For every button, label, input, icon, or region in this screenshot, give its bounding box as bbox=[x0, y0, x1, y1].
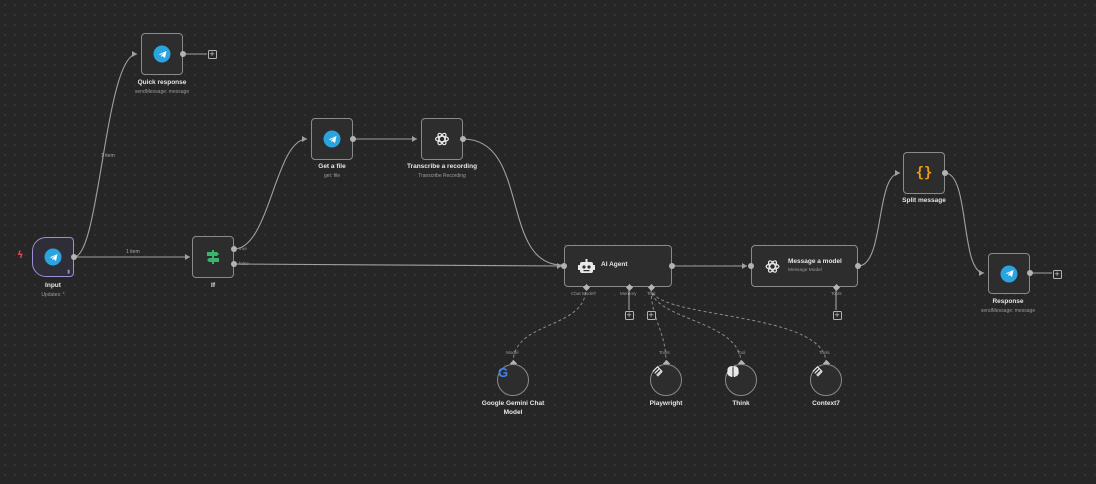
port-output[interactable] bbox=[460, 136, 466, 142]
mcp-icon bbox=[651, 365, 681, 383]
port-output-false[interactable] bbox=[231, 261, 237, 267]
telegram-icon bbox=[323, 130, 341, 148]
node-ai-agent-title: AI Agent bbox=[601, 261, 628, 268]
node-quick-response-title: Quick response bbox=[137, 79, 187, 86]
port-output[interactable] bbox=[1027, 270, 1033, 276]
port-label-tools: Tools bbox=[659, 350, 670, 355]
port-input[interactable] bbox=[748, 263, 754, 269]
port-label-tools: Tools bbox=[831, 291, 842, 296]
node-get-file-subtitle: get: file bbox=[323, 173, 341, 179]
port-output[interactable] bbox=[71, 254, 77, 260]
node-response[interactable] bbox=[988, 253, 1030, 294]
node-transcribe[interactable] bbox=[421, 118, 463, 160]
node-context7-title: Context7 bbox=[812, 400, 840, 407]
edge-label-input-if: 1 item bbox=[126, 249, 140, 255]
edge-transcribe-agent bbox=[462, 138, 563, 266]
port-label-false: false bbox=[239, 261, 249, 266]
mcp-icon bbox=[811, 365, 841, 383]
node-playwright[interactable] bbox=[650, 364, 682, 396]
google-icon: G bbox=[498, 365, 509, 380]
node-if[interactable] bbox=[192, 236, 234, 278]
node-message-model-title: Message a model bbox=[788, 258, 842, 265]
port-label-model: Model bbox=[506, 350, 519, 355]
brain-icon bbox=[726, 365, 756, 383]
node-split-message[interactable]: {} bbox=[903, 152, 945, 194]
node-response-title: Response bbox=[992, 298, 1024, 305]
node-ai-agent[interactable]: AI Agent bbox=[564, 245, 672, 287]
robot-icon bbox=[578, 259, 595, 279]
telegram-icon bbox=[153, 45, 171, 63]
edge-message-split bbox=[857, 172, 901, 267]
edge-split-response bbox=[944, 172, 985, 274]
node-response-subtitle: sendMessage: message bbox=[980, 308, 1036, 314]
openai-icon bbox=[434, 131, 451, 148]
node-quick-response-subtitle: sendMessage: message bbox=[134, 89, 190, 95]
trigger-badge-icon: ▮ bbox=[67, 269, 70, 275]
edge-label-input-quick: 1 item bbox=[101, 153, 115, 159]
node-think-title: Think bbox=[732, 400, 750, 407]
node-input-title: Input bbox=[45, 282, 61, 289]
telegram-icon bbox=[44, 248, 62, 266]
node-gemini[interactable]: G bbox=[497, 364, 529, 396]
port-label-true: true bbox=[239, 246, 247, 251]
node-playwright-title: Playwright bbox=[649, 400, 683, 407]
trigger-bolt-icon: ϟ bbox=[17, 250, 24, 261]
port-label-memory: Memory bbox=[620, 291, 637, 296]
add-memory-button[interactable]: + bbox=[624, 310, 634, 320]
if-signpost-icon bbox=[205, 249, 221, 265]
node-input[interactable]: ▮ bbox=[32, 237, 74, 277]
openai-icon bbox=[764, 258, 781, 280]
node-split-message-title: Split message bbox=[902, 197, 946, 204]
node-get-file[interactable] bbox=[311, 118, 353, 160]
port-label-tool: Tool bbox=[647, 291, 656, 296]
add-tools-button[interactable]: + bbox=[832, 310, 842, 320]
port-output-true[interactable] bbox=[231, 246, 237, 252]
add-tool-button[interactable]: + bbox=[646, 310, 656, 320]
workflow-canvas[interactable]: 1 item 1 item ϟ ▮ Input Updates: * + Qui… bbox=[0, 0, 1096, 484]
port-output[interactable] bbox=[350, 136, 356, 142]
edge-if-agent bbox=[233, 263, 563, 267]
port-output[interactable] bbox=[855, 263, 861, 269]
port-label-tool: Tool bbox=[737, 350, 746, 355]
node-gemini-title-line2: Model bbox=[503, 409, 523, 416]
node-message-model-subtitle: Message Model bbox=[788, 268, 822, 273]
node-context7[interactable] bbox=[810, 364, 842, 396]
add-node-button[interactable]: + bbox=[207, 49, 217, 59]
node-quick-response[interactable] bbox=[141, 33, 183, 75]
port-output[interactable] bbox=[669, 263, 675, 269]
node-transcribe-title: Transcribe a recording bbox=[406, 163, 478, 170]
node-transcribe-subtitle: Transcribe Recording bbox=[418, 173, 466, 179]
node-get-file-title: Get a file bbox=[318, 163, 346, 170]
port-input[interactable] bbox=[561, 263, 567, 269]
port-output[interactable] bbox=[180, 51, 186, 57]
code-braces-icon: {} bbox=[915, 165, 933, 181]
node-gemini-title-line1: Google Gemini Chat bbox=[481, 400, 545, 407]
edge-gemini-agent bbox=[512, 287, 587, 364]
port-label-tools: Tools bbox=[819, 350, 830, 355]
node-if-title: If bbox=[211, 282, 215, 289]
edge-if-getfile bbox=[233, 138, 308, 250]
node-input-subtitle: Updates: * bbox=[41, 292, 65, 298]
port-label-chat-model: Chat Model* bbox=[571, 291, 597, 296]
port-output[interactable] bbox=[942, 170, 948, 176]
add-node-button[interactable]: + bbox=[1052, 269, 1062, 279]
node-message-model[interactable]: Message a model Message Model bbox=[751, 245, 858, 287]
telegram-icon bbox=[1000, 265, 1018, 282]
node-think[interactable] bbox=[725, 364, 757, 396]
